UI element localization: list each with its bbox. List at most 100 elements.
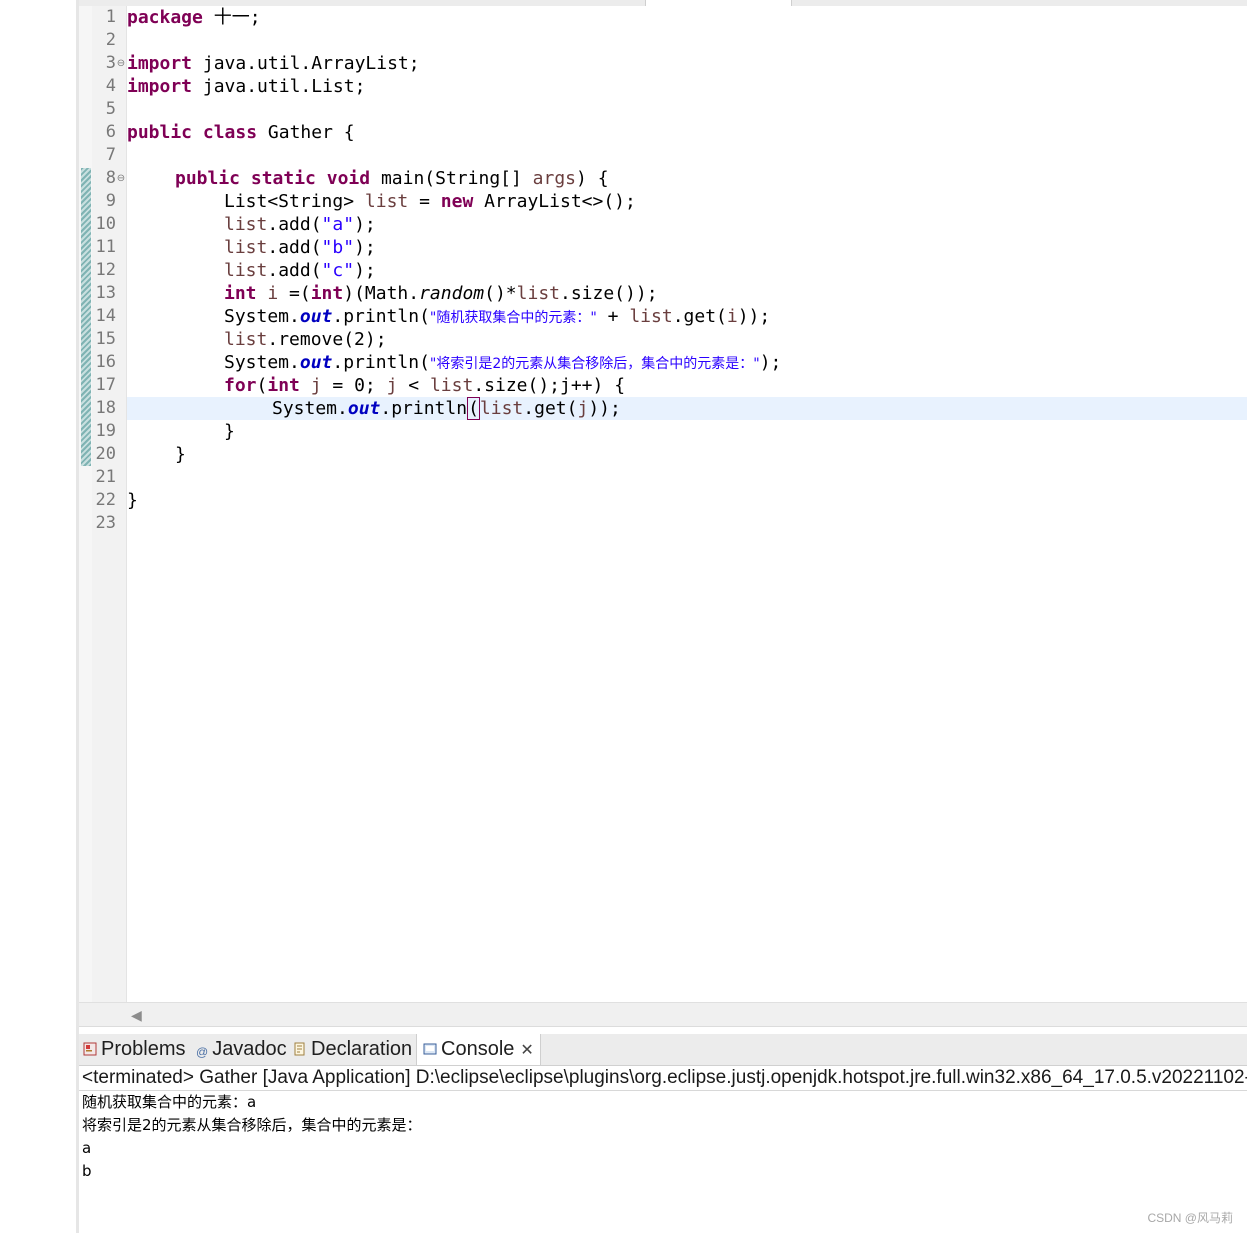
fold-collapse-icon[interactable]: ⊖ <box>116 167 126 190</box>
code-text: .println( <box>332 306 430 327</box>
code-text: )); <box>737 306 771 327</box>
code-text: ( <box>256 375 268 396</box>
line-number: 4 <box>105 76 116 96</box>
code-text: Gather { <box>257 122 355 143</box>
code-line-15[interactable]: list.remove(2); <box>224 328 387 351</box>
code-text: } <box>175 444 186 465</box>
code-line-18[interactable]: System.out.println(list.get(j)); <box>272 397 621 420</box>
static-field: out <box>299 352 333 373</box>
line-number: 1 <box>105 7 116 27</box>
horizontal-scrollbar[interactable]: ◀ <box>79 1002 1247 1027</box>
matching-bracket-highlight: ( <box>467 397 480 420</box>
tab-problems[interactable]: Problems <box>83 1034 185 1065</box>
static-field: out <box>299 306 333 327</box>
local-variable: list <box>224 329 268 350</box>
code-text: System. <box>272 398 348 419</box>
local-variable: list <box>429 375 474 396</box>
code-line-10[interactable]: list.add("a"); <box>224 213 376 236</box>
code-text: ); <box>354 214 376 235</box>
code-text: ) { <box>576 168 609 189</box>
line-number: 11 <box>95 237 116 257</box>
code-text: } <box>224 421 235 442</box>
tab-console[interactable]: Console ✕ <box>416 1034 541 1065</box>
keyword: int <box>224 283 257 304</box>
line-number: 23 <box>95 513 116 533</box>
code-text: java.util.ArrayList; <box>192 53 420 74</box>
line-number: 16 <box>95 352 116 372</box>
code-line-9[interactable]: List<String> list = new ArrayList<>(); <box>224 190 636 213</box>
code-text: = 0; <box>321 375 387 396</box>
tab-label: Javadoc <box>212 1038 287 1060</box>
code-line-13[interactable]: int i =(int)(Math.random()*list.size()); <box>224 282 658 305</box>
tab-label: Console <box>441 1038 515 1060</box>
console-process-label: <terminated> Gather [Java Application] D… <box>82 1067 1247 1088</box>
overview-ruler <box>79 6 92 1002</box>
code-text: .remove(2); <box>267 329 387 350</box>
keyword: static <box>250 168 316 189</box>
console-output-line: 将索引是2的元素从集合移除后，集合中的元素是： <box>82 1116 422 1134</box>
line-number: 22 <box>95 490 116 510</box>
bottom-panel-tabbar: Problems @ Javadoc Declaration Console ✕ <box>79 1034 1247 1066</box>
code-line-17[interactable]: for(int j = 0; j < list.size();j++) { <box>224 374 625 397</box>
code-line-11[interactable]: list.add("b"); <box>224 236 376 259</box>
code-line-16[interactable]: System.out.println("将索引是2的元素从集合移除后，集合中的元… <box>224 351 781 374</box>
string-literal: "将索引是2的元素从集合移除后，集合中的元素是：" <box>429 356 760 372</box>
code-text: .add( <box>267 214 322 235</box>
code-editor[interactable]: 1 2 3 ⊖ 4 5 6 7 8 ⊖ 9 10 11 12 13 14 15 16 17 18 19 20 21 22 23 … <box>79 6 1247 1002</box>
code-text: } <box>127 490 138 511</box>
code-text: .get( <box>523 398 578 419</box>
line-number: 9 <box>105 191 116 211</box>
code-text: ); <box>354 237 376 258</box>
code-text: .size();j++) { <box>473 375 626 396</box>
code-line-20[interactable]: } <box>175 443 186 466</box>
keyword: new <box>440 191 474 212</box>
quick-diff-change-marker <box>81 168 91 466</box>
line-number: 18 <box>95 398 116 418</box>
parameter-name: args <box>532 168 577 189</box>
keyword: public <box>127 122 193 143</box>
keyword: class <box>202 122 258 143</box>
static-method: random <box>419 283 485 304</box>
code-text: 十一; <box>202 7 261 28</box>
string-literal: "b" <box>321 237 355 258</box>
line-number: 17 <box>95 375 116 395</box>
local-variable: list <box>629 306 673 327</box>
string-literal: "a" <box>321 214 355 235</box>
code-line-8[interactable]: public static void main(String[] args) { <box>175 167 609 190</box>
tab-javadoc[interactable]: @ Javadoc <box>196 1034 287 1065</box>
code-line-22[interactable]: } <box>127 489 138 512</box>
local-variable: list <box>364 191 409 212</box>
code-line-6[interactable]: public class Gather { <box>127 121 355 144</box>
local-variable: j <box>310 375 322 396</box>
code-line-12[interactable]: list.add("c"); <box>224 259 376 282</box>
local-variable: i <box>267 283 279 304</box>
line-number: 15 <box>95 329 116 349</box>
local-variable: j <box>577 398 589 419</box>
line-number: 19 <box>95 421 116 441</box>
tab-declaration[interactable]: Declaration <box>293 1034 412 1065</box>
fold-collapse-icon[interactable]: ⊖ <box>116 52 126 75</box>
code-text: )(Math. <box>343 283 420 304</box>
code-line-1[interactable]: package 十一; <box>127 6 261 29</box>
keyword: import <box>127 76 193 97</box>
close-icon[interactable]: ✕ <box>520 1042 533 1059</box>
code-line-4[interactable]: import java.util.List; <box>127 75 365 98</box>
code-line-3[interactable]: import java.util.ArrayList; <box>127 52 420 75</box>
static-field: out <box>347 398 381 419</box>
line-number: 7 <box>105 145 116 165</box>
local-variable: list <box>224 237 268 258</box>
line-number: 12 <box>95 260 116 280</box>
scroll-left-arrow-icon[interactable]: ◀ <box>131 1007 142 1024</box>
code-text: List<String> <box>224 191 365 212</box>
line-number: 21 <box>95 467 116 487</box>
code-text: java.util.List; <box>192 76 366 97</box>
keyword: public <box>175 168 241 189</box>
code-text: System. <box>224 306 300 327</box>
code-text: ); <box>759 352 782 373</box>
local-variable: j <box>386 375 398 396</box>
code-text: < <box>397 375 430 396</box>
code-line-19[interactable]: } <box>224 420 235 443</box>
code-line-14[interactable]: System.out.println("随机获取集合中的元素：" + list.… <box>224 305 770 328</box>
code-text: .println( <box>332 352 430 373</box>
